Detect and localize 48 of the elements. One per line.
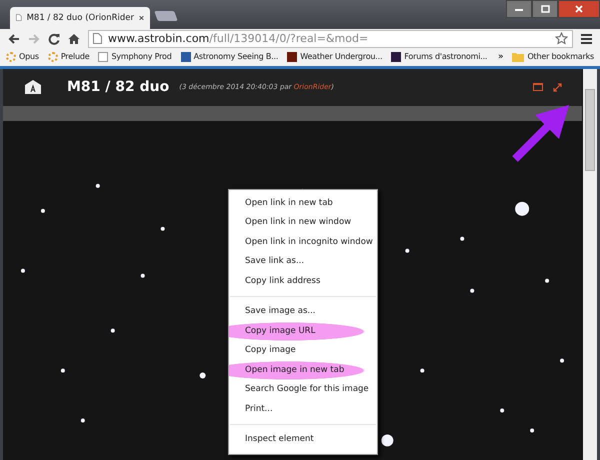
minimize-icon <box>515 7 523 11</box>
window-close-button[interactable] <box>558 0 600 18</box>
window-icon[interactable] <box>533 83 543 92</box>
browser-tab[interactable]: M81 / 82 duo (OrionRider <box>10 6 150 29</box>
menu-item[interactable]: Save link as... <box>229 252 377 272</box>
folder-icon <box>512 52 524 62</box>
menu-item[interactable]: Copy link address <box>229 272 377 292</box>
close-icon <box>575 5 583 13</box>
logo-icon <box>23 79 43 96</box>
menu-item[interactable]: Print... <box>229 400 377 420</box>
scrollbar[interactable] <box>583 68 597 460</box>
bookmark-item[interactable]: Symphony Prod <box>98 52 172 62</box>
reload-icon[interactable] <box>48 32 60 45</box>
menu-item[interactable]: Inspect element <box>229 430 377 450</box>
page-title: M81 / 82 duo <box>67 79 170 96</box>
star-icon[interactable] <box>555 32 568 46</box>
more-bookmarks-button[interactable]: » <box>498 52 504 62</box>
favicon-icon <box>287 52 298 62</box>
other-bookmarks-button[interactable]: Other bookmarks <box>512 52 594 62</box>
bookmark-item[interactable]: Astronomy Seeing B... <box>180 52 278 62</box>
menu-item[interactable]: Search Google for this image <box>229 380 377 400</box>
new-tab-button[interactable] <box>154 10 178 21</box>
favicon-icon <box>98 52 108 62</box>
favicon-icon <box>391 52 402 62</box>
menu-item[interactable]: Open link in incognito window <box>229 232 377 252</box>
bookmark-item[interactable]: Prelude <box>48 52 90 62</box>
menu-icon[interactable] <box>581 34 592 44</box>
menu-item[interactable]: Open link in new tab <box>229 194 377 214</box>
tab-title: M81 / 82 duo (OrionRider <box>26 12 134 23</box>
menu-item[interactable]: Copy image <box>229 341 377 361</box>
expand-icon[interactable] <box>553 82 562 92</box>
menu-item[interactable]: Save image as... <box>229 302 377 322</box>
bookmark-item[interactable]: Forums d'astronomi... <box>391 52 488 62</box>
page-icon <box>93 33 102 44</box>
back-icon[interactable] <box>8 32 20 45</box>
bookmark-item[interactable]: Weather Undergrou... <box>287 52 382 62</box>
favicon-icon <box>6 52 16 62</box>
favicon-icon <box>180 52 191 62</box>
bookmark-item[interactable]: Opus <box>6 52 39 62</box>
maximize-icon <box>540 5 550 13</box>
maximize-button[interactable] <box>532 0 558 18</box>
favicon-icon <box>48 52 58 62</box>
close-icon[interactable] <box>139 14 144 22</box>
address-bar[interactable]: www.astrobin.com/full/139014/0/?real=&mod= <box>88 30 573 48</box>
menu-item[interactable]: Open link in new window <box>229 213 377 233</box>
home-icon[interactable] <box>68 32 80 45</box>
page-icon <box>16 12 22 24</box>
minimize-button[interactable] <box>506 0 532 18</box>
